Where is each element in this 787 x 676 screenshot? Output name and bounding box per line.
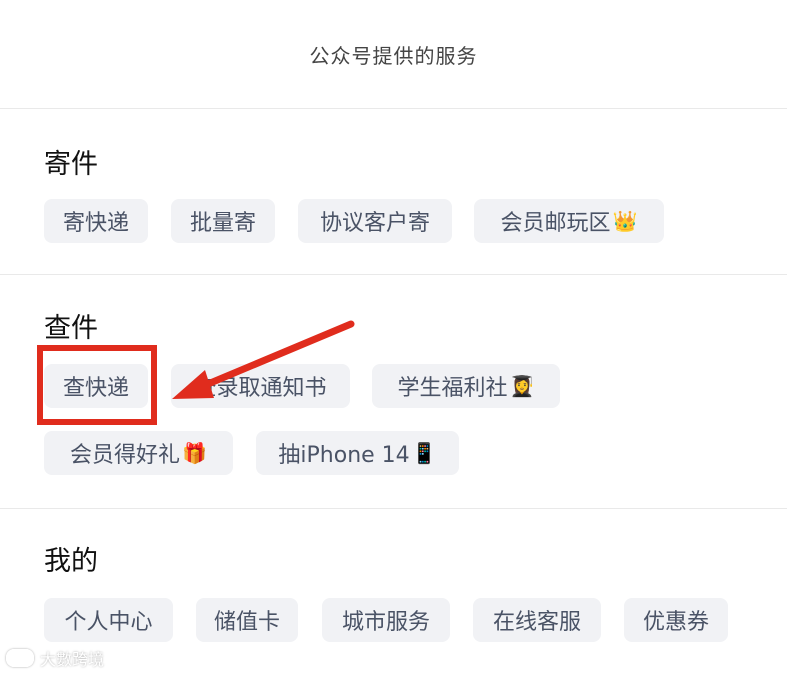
chip-personal-center[interactable]: 个人中心 [44, 598, 173, 642]
chip-city-service[interactable]: 城市服务 [322, 598, 450, 642]
chip-label: 优惠券 [642, 610, 709, 635]
chip-agreement-customer-send[interactable]: 协议客户寄 [298, 199, 452, 243]
chip-label: 城市服务 [341, 610, 430, 635]
watermark-logo-icon [6, 649, 34, 667]
chip-label: 抽iPhone 14 [278, 443, 410, 468]
section-title-ship: 寄件 [44, 149, 98, 180]
chip-label: 学生福利社 [397, 376, 508, 401]
chip-member-zone[interactable]: 会员邮玩区 👑 [474, 199, 664, 243]
crown-icon: 👑 [612, 209, 638, 233]
divider [0, 508, 787, 509]
watermark: 大數跨境 [6, 646, 104, 670]
chip-send-express[interactable]: 寄快递 [44, 199, 148, 243]
chip-member-gift[interactable]: 会员得好礼 🎁 [44, 431, 233, 475]
gift-icon: 🎁 [182, 441, 207, 465]
section-title-mine: 我的 [44, 546, 98, 577]
chip-label: 储值卡 [213, 610, 280, 635]
chip-student-welfare[interactable]: 学生福利社 👩‍🎓 [372, 364, 560, 408]
divider [0, 274, 787, 275]
watermark-text: 大數跨境 [40, 650, 105, 669]
chip-batch-send[interactable]: 批量寄 [171, 199, 275, 243]
chip-coupons[interactable]: 优惠券 [624, 598, 728, 642]
chip-label: 会员得好礼 [70, 443, 181, 468]
chip-iphone-lottery[interactable]: 抽iPhone 14 📱 [256, 431, 459, 475]
chip-online-support[interactable]: 在线客服 [473, 598, 601, 642]
section-title-track: 查件 [44, 313, 98, 344]
chip-label: 个人中心 [64, 610, 153, 635]
highlight-box [37, 345, 157, 425]
chip-label: 会员邮玩区 [500, 211, 611, 236]
graduate-icon: 👩‍🎓 [509, 374, 535, 398]
chip-label: 查录取通知书 [194, 376, 327, 401]
page-title: 公众号提供的服务 [309, 43, 478, 68]
chip-admission-letter[interactable]: 查录取通知书 [171, 364, 350, 408]
chip-stored-value-card[interactable]: 储值卡 [196, 598, 298, 642]
chip-label: 批量寄 [189, 211, 256, 236]
header: 公众号提供的服务 [0, 0, 787, 109]
phone-icon: 📱 [411, 441, 437, 465]
chip-label: 在线客服 [492, 610, 581, 635]
chip-label: 寄快递 [62, 211, 129, 236]
chip-label: 协议客户寄 [319, 211, 430, 236]
